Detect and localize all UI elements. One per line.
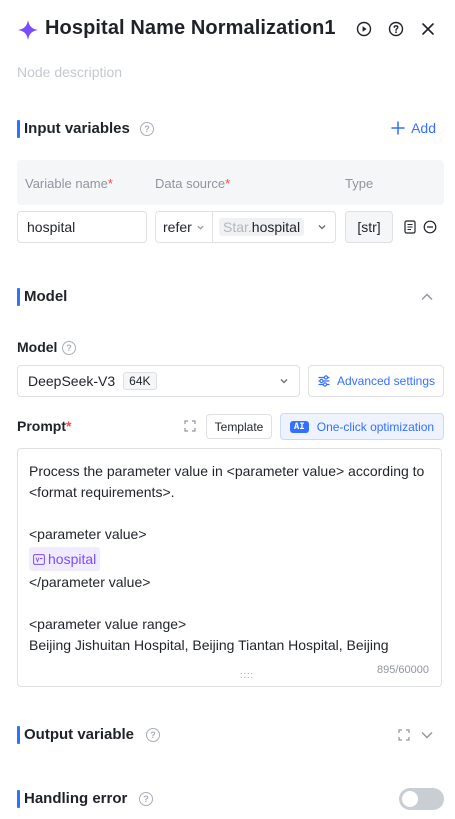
variable-icon [33, 553, 45, 565]
node-title[interactable]: Hospital Name Normalization1 [45, 17, 336, 40]
chevron-up-icon[interactable] [420, 292, 434, 302]
add-label: Add [411, 120, 436, 136]
section-accent-bar [17, 790, 20, 808]
type-field: [str] [345, 211, 393, 243]
one-click-optimization-button[interactable]: AI One-click optimization [280, 413, 444, 440]
column-type: Type [345, 176, 374, 191]
prompt-content[interactable]: Process the parameter value in <paramete… [29, 461, 431, 656]
help-button[interactable] [386, 19, 406, 39]
model-select[interactable]: DeepSeek-V3 64K [17, 365, 300, 397]
expand-icon[interactable] [184, 420, 196, 432]
section-accent-bar [17, 726, 20, 744]
prompt-label: Prompt* [17, 418, 72, 434]
panel-header: Hospital Name Normalization1 [0, 0, 455, 60]
section-accent-bar [17, 288, 20, 306]
model-select-value: DeepSeek-V3 64K [28, 372, 157, 390]
expand-icon[interactable] [398, 729, 410, 741]
sliders-icon [318, 375, 330, 387]
model-label: Model [17, 339, 58, 355]
help-icon[interactable]: ? [62, 341, 76, 355]
variable-name-input[interactable]: hospital [17, 211, 147, 243]
source-mode-value: refer [163, 219, 192, 235]
close-button[interactable] [418, 19, 438, 39]
advanced-settings-button[interactable]: Advanced settings [308, 365, 444, 397]
help-icon[interactable]: ? [146, 728, 160, 742]
chevron-down-icon [197, 225, 204, 230]
question-circle-icon [388, 21, 404, 37]
advanced-settings-label: Advanced settings [336, 374, 436, 388]
node-description-input[interactable]: Node description [17, 64, 122, 80]
prompt-line: <format requirements>. [29, 484, 175, 500]
template-button[interactable]: Template [206, 414, 272, 439]
optimization-label: One-click optimization [316, 419, 435, 434]
prompt-line: Beijing Jishuitan Hospital, Beijing Tian… [29, 637, 389, 653]
add-variable-button[interactable]: Add [391, 120, 436, 136]
model-section-title: Model [24, 288, 68, 305]
source-reference-select[interactable]: Star.hospital [213, 218, 335, 236]
chevron-down-icon [318, 225, 326, 230]
type-value: [str] [357, 219, 381, 235]
prompt-blank-line [29, 593, 431, 614]
prompt-line: </parameter value> [29, 574, 151, 590]
column-data-source: Data source* [155, 176, 231, 191]
source-reference-chip: Star.hospital [219, 218, 305, 236]
model-name: DeepSeek-V3 [28, 373, 116, 389]
prompt-blank-line [29, 503, 431, 524]
context-badge: 64K [123, 372, 157, 390]
input-variables-title: Input variables [24, 120, 130, 137]
column-variable-name: Variable name* [25, 176, 113, 191]
help-icon[interactable]: ? [140, 122, 154, 136]
source-mode-select[interactable]: refer [156, 212, 213, 242]
handling-error-title: Handling error [24, 790, 128, 807]
run-button[interactable] [354, 19, 374, 39]
handling-error-toggle[interactable] [399, 788, 444, 810]
chevron-down-icon[interactable] [420, 730, 434, 740]
help-icon[interactable]: ? [139, 792, 153, 806]
play-circle-icon [356, 21, 372, 37]
remove-circle-icon[interactable] [423, 220, 437, 234]
output-variable-title: Output variable [24, 726, 135, 743]
variable-name-value: hospital [27, 219, 76, 235]
sparkle-icon [17, 19, 39, 41]
close-icon [422, 23, 434, 35]
toggle-knob [402, 791, 418, 807]
character-counter: 895/60000 [373, 664, 429, 676]
document-icon[interactable] [404, 220, 416, 234]
ai-icon: AI [289, 420, 309, 433]
prompt-line: <parameter value> [29, 526, 147, 542]
prompt-line: <parameter value range> [29, 616, 187, 632]
prompt-editor[interactable]: Process the parameter value in <paramete… [17, 448, 442, 687]
chevron-down-icon [280, 379, 288, 384]
prompt-line: Process the parameter value in <paramete… [29, 463, 425, 479]
prompt-variable-line: hospital [29, 547, 431, 571]
section-accent-bar [17, 120, 20, 138]
variable-chip[interactable]: hospital [29, 547, 101, 571]
plus-icon [391, 121, 405, 135]
data-source-field[interactable]: refer Star.hospital [155, 211, 336, 243]
resize-handle[interactable]: :::: [240, 670, 254, 680]
